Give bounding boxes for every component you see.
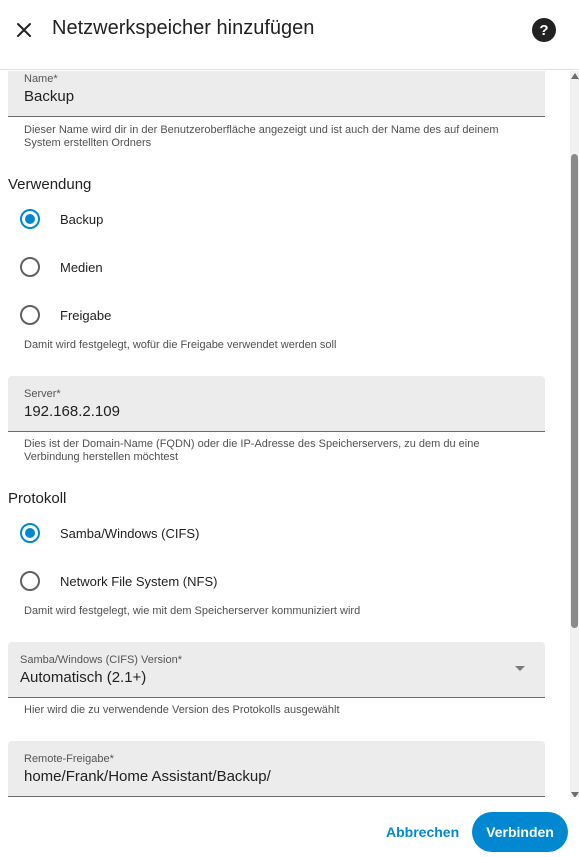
scrollbar-thumb[interactable] — [571, 154, 578, 628]
remote-share-field-label: Remote-Freigabe* — [24, 753, 114, 765]
scroll-up-arrow-icon[interactable] — [571, 73, 579, 79]
radio-button-checked[interactable] — [20, 523, 40, 543]
server-field[interactable]: Server* 192.168.2.109 — [8, 376, 545, 432]
name-field-helper: Dieser Name wird dir in der Benutzerober… — [24, 124, 499, 149]
close-button[interactable] — [10, 16, 38, 44]
name-field-label: Name* — [24, 73, 58, 85]
version-select-helper: Hier wird die zu verwendende Version des… — [24, 704, 340, 716]
protocol-option-label: Network File System (NFS) — [60, 573, 218, 589]
version-select-value: Automatisch (2.1+) — [20, 669, 147, 686]
close-icon — [17, 23, 31, 37]
remote-share-field[interactable]: Remote-Freigabe* home/Frank/Home Assista… — [8, 741, 545, 797]
server-field-value: 192.168.2.109 — [24, 403, 120, 420]
protocol-option-cifs[interactable]: Samba/Windows (CIFS) — [20, 520, 199, 546]
usage-option-backup[interactable]: Backup — [20, 206, 103, 232]
protocol-section-title: Protokoll — [8, 490, 67, 507]
usage-section-title: Verwendung — [8, 176, 92, 193]
usage-option-share[interactable]: Freigabe — [20, 302, 111, 328]
remote-share-field-value: home/Frank/Home Assistant/Backup/ — [24, 768, 271, 785]
dialog: Netzwerkspeicher hinzufügen ? Name* Back… — [0, 0, 579, 857]
chevron-down-icon — [515, 666, 525, 671]
dialog-header: Netzwerkspeicher hinzufügen ? — [0, 0, 579, 70]
protocol-option-nfs[interactable]: Network File System (NFS) — [20, 568, 217, 594]
connect-button[interactable]: Verbinden — [472, 812, 568, 852]
usage-option-media[interactable]: Medien — [20, 254, 103, 280]
name-field[interactable]: Name* Backup — [8, 71, 545, 117]
radio-button[interactable] — [20, 257, 40, 277]
usage-helper: Damit wird festgelegt, wofür die Freigab… — [24, 339, 337, 351]
version-select-label: Samba/Windows (CIFS) Version* — [20, 654, 182, 666]
radio-button-checked[interactable] — [20, 209, 40, 229]
version-select[interactable]: Samba/Windows (CIFS) Version* Automatisc… — [8, 642, 545, 698]
cancel-button[interactable]: Abbrechen — [376, 814, 469, 850]
name-field-value: Backup — [24, 88, 75, 105]
server-field-helper: Dies ist der Domain-Name (FQDN) oder die… — [24, 438, 480, 463]
protocol-option-label: Samba/Windows (CIFS) — [60, 525, 200, 541]
dialog-content: Name* Backup Dieser Name wird dir in der… — [0, 71, 570, 797]
radio-button[interactable] — [20, 571, 40, 591]
usage-option-label: Medien — [60, 259, 103, 275]
server-field-label: Server* — [24, 388, 61, 400]
dialog-footer: Abbrechen Verbinden — [0, 797, 579, 857]
help-icon: ? — [539, 21, 549, 39]
dialog-title: Netzwerkspeicher hinzufügen — [52, 17, 315, 39]
scrollbar[interactable] — [570, 71, 579, 801]
help-button[interactable]: ? — [532, 18, 556, 42]
radio-button[interactable] — [20, 305, 40, 325]
usage-option-label: Backup — [60, 211, 104, 227]
protocol-helper: Damit wird festgelegt, wie mit dem Speic… — [24, 605, 361, 617]
usage-option-label: Freigabe — [60, 307, 112, 323]
